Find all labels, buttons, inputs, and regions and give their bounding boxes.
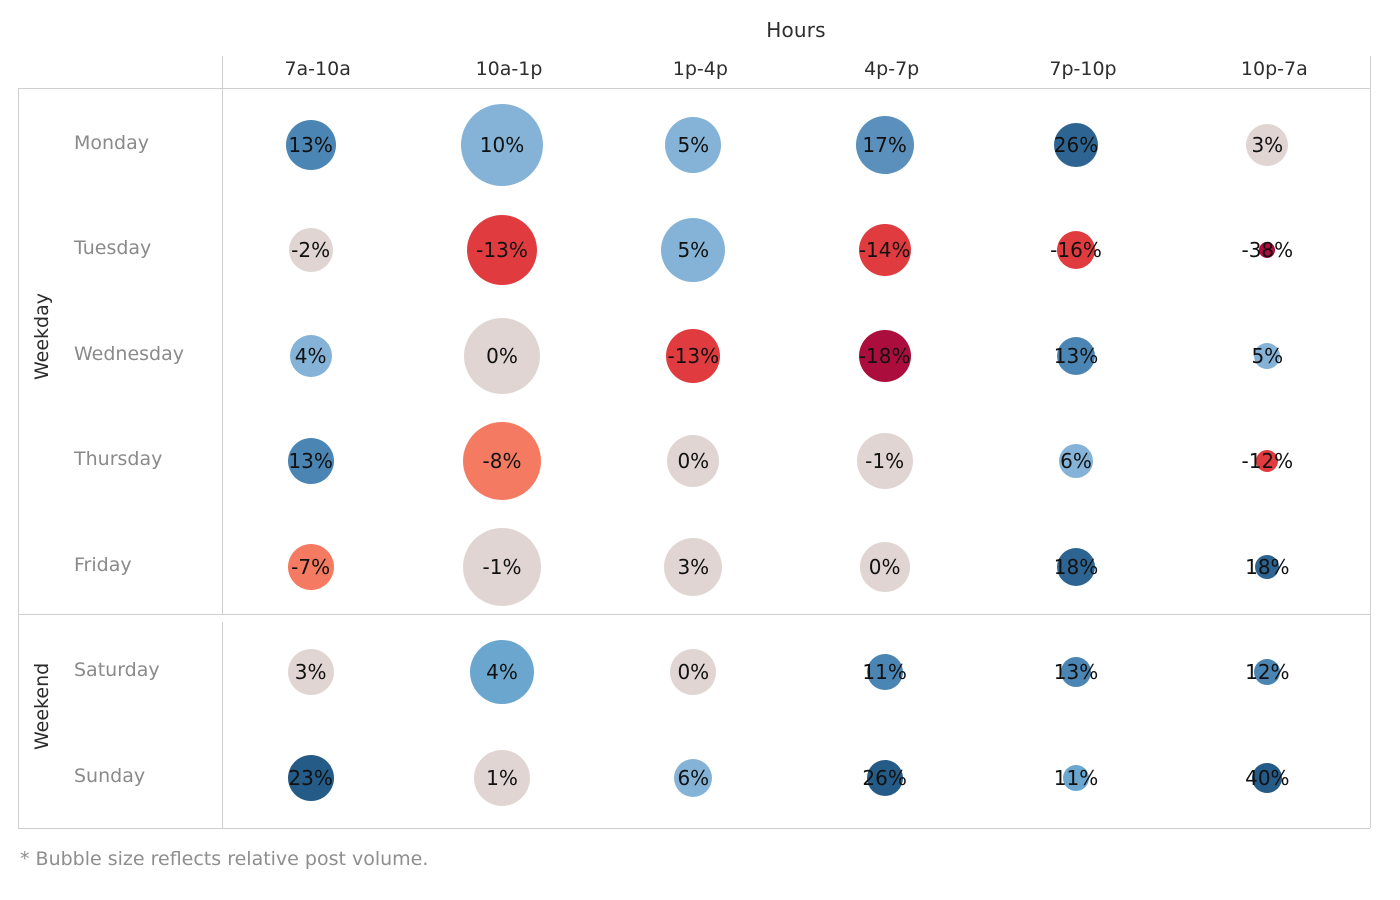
bubble-sunday-7a-10a[interactable] — [287, 755, 334, 801]
grid-line-vertical — [222, 622, 223, 828]
bubble-saturday-7p-10p[interactable] — [1061, 657, 1091, 687]
bubble-thursday-10p-7a[interactable] — [1256, 450, 1279, 472]
grid-line-horizontal — [18, 614, 1370, 615]
row-label-monday: Monday — [74, 132, 150, 154]
column-header-7a-10a: 7a-10a — [284, 58, 351, 80]
bubble-sunday-10a-1p[interactable] — [474, 750, 530, 806]
grid-line-horizontal — [18, 828, 1370, 829]
bubble-tuesday-10p-7a[interactable] — [1259, 242, 1276, 258]
bubble-tuesday-7p-10p[interactable] — [1057, 231, 1095, 269]
bubble-sunday-4p-7p[interactable] — [866, 760, 903, 796]
bubble-thursday-7p-10p[interactable] — [1059, 444, 1093, 478]
bubble-monday-4p-7p[interactable] — [855, 116, 914, 174]
column-header-10p-7a: 10p-7a — [1240, 58, 1308, 80]
bubble-thursday-7a-10a[interactable] — [287, 438, 334, 484]
bubble-wednesday-4p-7p[interactable] — [858, 330, 911, 382]
bubble-friday-10p-7a[interactable] — [1255, 555, 1280, 579]
bubble-tuesday-7a-10a[interactable] — [288, 228, 333, 272]
hours-axis-title: Hours — [766, 18, 826, 42]
bubble-thursday-4p-7p[interactable] — [856, 433, 913, 489]
bubble-friday-10a-1p[interactable] — [463, 528, 541, 606]
row-label-wednesday: Wednesday — [74, 343, 185, 365]
bubble-wednesday-10a-1p[interactable] — [464, 318, 540, 394]
grid-line-vertical — [1370, 56, 1371, 614]
footnote: * Bubble size reflects relative post vol… — [20, 848, 429, 870]
column-header-4p-7p: 4p-7p — [864, 58, 920, 80]
bubble-sunday-7p-10p[interactable] — [1063, 765, 1089, 791]
bubble-tuesday-1p-4p[interactable] — [661, 218, 726, 282]
bubble-thursday-10a-1p[interactable] — [463, 422, 541, 500]
bubble-friday-1p-4p[interactable] — [664, 538, 723, 596]
bubble-wednesday-1p-4p[interactable] — [666, 329, 721, 383]
bubble-wednesday-7p-10p[interactable] — [1057, 337, 1095, 375]
bubble-monday-10p-7a[interactable] — [1246, 124, 1289, 166]
bubble-saturday-10a-1p[interactable] — [470, 640, 534, 704]
row-label-thursday: Thursday — [74, 448, 163, 470]
bubble-monday-7a-10a[interactable] — [285, 120, 336, 170]
column-header-10a-1p: 10a-1p — [475, 58, 543, 80]
grid-line-vertical — [222, 56, 223, 614]
row-label-sunday: Sunday — [74, 765, 146, 787]
bubble-friday-7a-10a[interactable] — [287, 544, 334, 590]
row-group-label-weekend: Weekend — [12, 663, 72, 750]
bubble-saturday-7a-10a[interactable] — [287, 649, 334, 695]
row-label-tuesday: Tuesday — [74, 237, 152, 259]
bubble-sunday-10p-7a[interactable] — [1252, 763, 1283, 793]
bubble-monday-7p-10p[interactable] — [1054, 123, 1098, 167]
bubble-grid-chart: Hours 7a-10a 10a-1p 1p-4p 4p-7p 7p-10p 10p-7a… — [0, 0, 1400, 900]
bubble-saturday-10p-7a[interactable] — [1254, 659, 1281, 685]
column-header-1p-4p: 1p-4p — [672, 58, 728, 80]
grid-line-horizontal — [18, 88, 1370, 89]
bubble-tuesday-10a-1p[interactable] — [467, 215, 537, 285]
bubble-friday-4p-7p[interactable] — [859, 542, 910, 592]
bubble-wednesday-7a-10a[interactable] — [289, 335, 332, 377]
bubble-monday-1p-4p[interactable] — [665, 117, 722, 173]
bubble-sunday-1p-4p[interactable] — [674, 759, 713, 797]
grid-line-vertical — [1370, 614, 1371, 828]
bubble-saturday-4p-7p[interactable] — [866, 654, 903, 690]
bubble-friday-7p-10p[interactable] — [1057, 548, 1095, 586]
column-header-7p-10p: 7p-10p — [1049, 58, 1117, 80]
row-group-label-text: Weekday — [31, 292, 53, 380]
row-group-label-weekday: Weekday — [12, 293, 72, 380]
row-label-saturday: Saturday — [74, 659, 160, 681]
bubble-saturday-1p-4p[interactable] — [670, 649, 717, 695]
row-label-friday: Friday — [74, 554, 132, 576]
bubble-wednesday-10p-7a[interactable] — [1254, 343, 1281, 369]
bubble-monday-10a-1p[interactable] — [461, 104, 543, 186]
bubble-thursday-1p-4p[interactable] — [667, 435, 720, 487]
row-group-label-text: Weekend — [31, 662, 53, 750]
bubble-tuesday-4p-7p[interactable] — [858, 224, 911, 276]
